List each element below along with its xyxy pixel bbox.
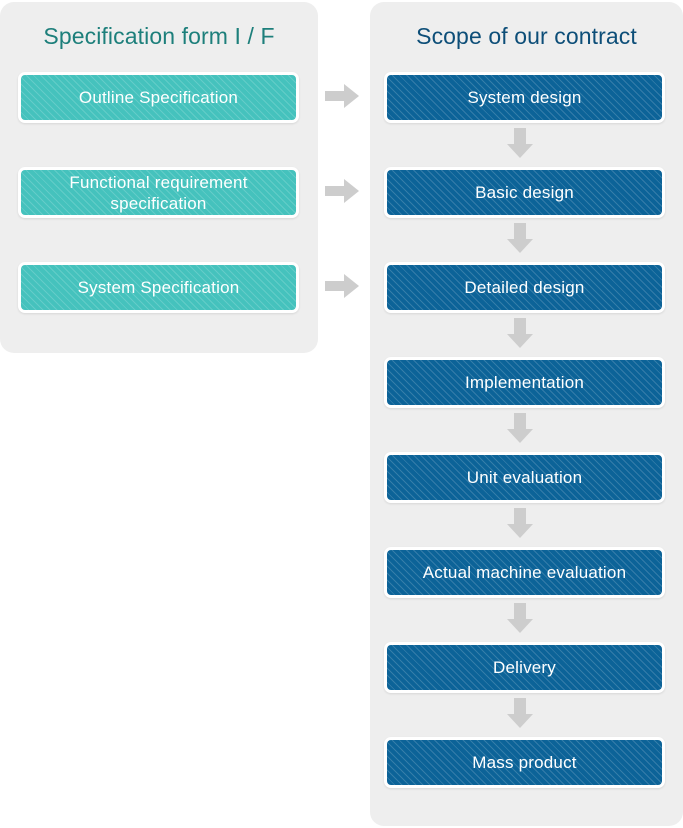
arrow-right-icon: [325, 84, 359, 108]
specification-form-panel-title: Specification form I / F: [43, 23, 275, 49]
specification-form-panel: Specification form I / F Outline Specifi…: [0, 2, 318, 353]
process-box-unit-evaluation[interactable]: Unit evaluation: [384, 452, 665, 503]
contract-scope-panel-title: Scope of our contract: [416, 23, 637, 49]
arrow-down-icon: [507, 508, 533, 538]
arrow-right-icon: [325, 274, 359, 298]
process-box-implementation[interactable]: Implementation: [384, 357, 665, 408]
arrow-right-icon: [325, 179, 359, 203]
spec-box-label: Outline Specification: [78, 88, 239, 107]
process-box-label: Unit evaluation: [466, 468, 583, 487]
process-box-label: System design: [467, 88, 582, 107]
arrow-down-icon: [507, 318, 533, 348]
process-box-label: Detailed design: [464, 278, 585, 297]
process-box-label: Actual machine evaluation: [422, 563, 627, 582]
arrow-down-icon: [507, 128, 533, 158]
arrow-down-icon: [507, 698, 533, 728]
process-box-delivery[interactable]: Delivery: [384, 642, 665, 693]
process-box-label: Delivery: [492, 658, 556, 677]
arrow-down-icon: [507, 413, 533, 443]
spec-box-label: System Specification: [77, 278, 240, 297]
process-box-system-design[interactable]: System design: [384, 72, 665, 123]
contract-scope-panel: Scope of our contract System design Basi…: [370, 2, 683, 826]
process-box-mass-product[interactable]: Mass product: [384, 737, 665, 788]
spec-box-functional-requirement-specification[interactable]: Functional requirement specification: [18, 167, 299, 218]
spec-box-label: Functional requirement specification: [69, 172, 248, 213]
process-box-label: Basic design: [475, 183, 574, 202]
process-box-basic-design[interactable]: Basic design: [384, 167, 665, 218]
process-box-label: Mass product: [472, 753, 577, 772]
spec-box-outline-specification[interactable]: Outline Specification: [18, 72, 299, 123]
process-box-label: Implementation: [464, 373, 585, 392]
arrow-down-icon: [507, 223, 533, 253]
arrow-down-icon: [507, 603, 533, 633]
process-box-detailed-design[interactable]: Detailed design: [384, 262, 665, 313]
process-box-actual-machine-evaluation[interactable]: Actual machine evaluation: [384, 547, 665, 598]
spec-box-system-specification[interactable]: System Specification: [18, 262, 299, 313]
